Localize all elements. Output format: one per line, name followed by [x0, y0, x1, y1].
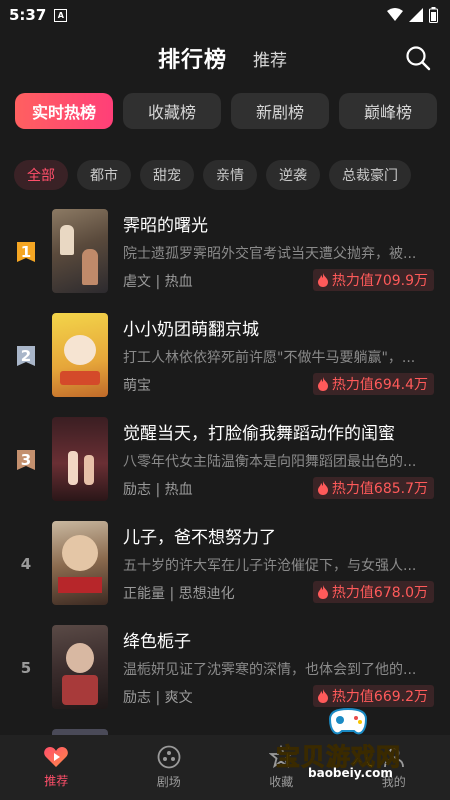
list-item[interactable]: 5 绛色栀子 温栀妍见证了沈霁寒的深情，也体会到了他的... 励志 | 爽文 热…	[0, 621, 450, 715]
heat-value: 热力值685.7万	[331, 481, 428, 497]
category-filters: 全部 都市 甜宠 亲情 逆袭 总裁豪门	[14, 160, 411, 190]
heat-value: 热力值669.2万	[331, 689, 428, 705]
ranking-tabs: 实时热榜 收藏榜 新剧榜 巅峰榜	[15, 93, 437, 129]
heat-badge: 热力值669.2万	[312, 685, 434, 707]
rank-number: 4	[20, 555, 32, 573]
filter-chip-all[interactable]: 全部	[14, 160, 68, 190]
nav-label: 剧场	[156, 775, 181, 789]
drama-title: 霁昭的曙光	[123, 216, 208, 236]
list-item[interactable]: 3 觉醒当天，打脸偷我舞蹈动作的闺蜜 八零年代女主陆温衡本是向阳舞蹈团最出色的.…	[0, 413, 450, 507]
nav-item-recommend[interactable]: 推荐	[0, 735, 113, 800]
nav-label: 推荐	[44, 774, 69, 788]
flame-icon	[317, 481, 328, 495]
rank-number: 5	[20, 659, 32, 677]
drama-title: 小小奶团萌翻京城	[123, 320, 259, 340]
recommend-icon	[44, 747, 69, 767]
drama-tags: 励志 | 热血	[123, 482, 193, 498]
notification-icon: A	[54, 8, 68, 22]
drama-cover	[52, 209, 108, 293]
filter-chip-family[interactable]: 亲情	[203, 160, 257, 190]
flame-icon	[317, 377, 328, 391]
signal-icon	[409, 8, 423, 22]
gamepad-logo-icon	[328, 707, 368, 735]
drama-cover	[52, 521, 108, 605]
drama-description: 八零年代女主陆温衡本是向阳舞蹈团最出色的...	[123, 454, 417, 470]
tab-peak[interactable]: 巅峰榜	[339, 93, 437, 129]
filter-chip-comeback[interactable]: 逆袭	[266, 160, 320, 190]
list-item[interactable]: 1 霁昭的曙光 院士遗孤罗霁昭外交官考试当天遭父抛弃，被... 虐文 | 热血 …	[0, 205, 450, 299]
rank-number: 3	[20, 451, 32, 469]
tab-realtime-hot[interactable]: 实时热榜	[15, 93, 113, 129]
rank-number: 2	[20, 347, 32, 365]
heat-badge: 热力值709.9万	[312, 269, 434, 291]
battery-icon	[429, 7, 438, 23]
heat-badge: 热力值694.4万	[312, 373, 434, 395]
status-icons	[387, 7, 438, 23]
drama-cover	[52, 417, 108, 501]
drama-tags: 正能量 | 思想迪化	[123, 586, 235, 602]
list-item[interactable]: 2 小小奶团萌翻京城 打工人林依依猝死前许愿"不做牛马要躺赢"，... 萌宝 热…	[0, 309, 450, 403]
watermark: 宝贝游戏网 baobeiy.com	[272, 705, 432, 783]
drama-description: 院士遗孤罗霁昭外交官考试当天遭父抛弃，被...	[123, 246, 417, 262]
status-bar: 5:37 A	[0, 0, 450, 30]
drama-description: 温栀妍见证了沈霁寒的深情，也体会到了他的...	[123, 662, 417, 678]
filter-chip-urban[interactable]: 都市	[77, 160, 131, 190]
flame-icon	[317, 689, 328, 703]
status-time: 5:37	[9, 6, 47, 24]
drama-cover	[52, 625, 108, 709]
tab-favorites[interactable]: 收藏榜	[123, 93, 221, 129]
filter-chip-ceo[interactable]: 总裁豪门	[329, 160, 411, 190]
heat-badge: 热力值678.0万	[312, 581, 434, 603]
drama-tags: 励志 | 爽文	[123, 690, 193, 706]
list-item[interactable]: 4 儿子，爸不想努力了 五十岁的许大军在儿子许沧催促下，与女强人... 正能量 …	[0, 517, 450, 611]
nav-item-theater[interactable]: 剧场	[113, 735, 226, 800]
drama-description: 打工人林依依猝死前许愿"不做牛马要躺赢"，...	[123, 350, 416, 366]
drama-title: 儿子，爸不想努力了	[123, 528, 276, 548]
heat-badge: 热力值685.7万	[312, 477, 434, 499]
drama-description: 五十岁的许大军在儿子许沧催促下，与女强人...	[123, 558, 417, 574]
search-icon[interactable]	[404, 44, 432, 72]
flame-icon	[317, 585, 328, 599]
drama-title: 觉醒当天，打脸偷我舞蹈动作的闺蜜	[123, 424, 395, 444]
header: 排行榜 推荐	[0, 38, 450, 82]
heat-value: 热力值709.9万	[331, 273, 428, 289]
recommend-tab[interactable]: 推荐	[253, 46, 287, 71]
heat-value: 热力值694.4万	[331, 377, 428, 393]
tab-new-drama[interactable]: 新剧榜	[231, 93, 329, 129]
rank-number: 1	[20, 243, 32, 261]
drama-tags: 萌宝	[123, 378, 151, 394]
wifi-icon	[387, 8, 403, 21]
drama-tags: 虐文 | 热血	[123, 274, 193, 290]
flame-icon	[317, 273, 328, 287]
drama-cover	[52, 313, 108, 397]
heat-value: 热力值678.0万	[331, 585, 428, 601]
drama-title: 绛色栀子	[123, 632, 191, 652]
watermark-url: baobeiy.com	[308, 766, 393, 780]
page-title: 排行榜	[158, 48, 228, 73]
filter-chip-sweet[interactable]: 甜宠	[140, 160, 194, 190]
theater-icon	[157, 745, 181, 769]
